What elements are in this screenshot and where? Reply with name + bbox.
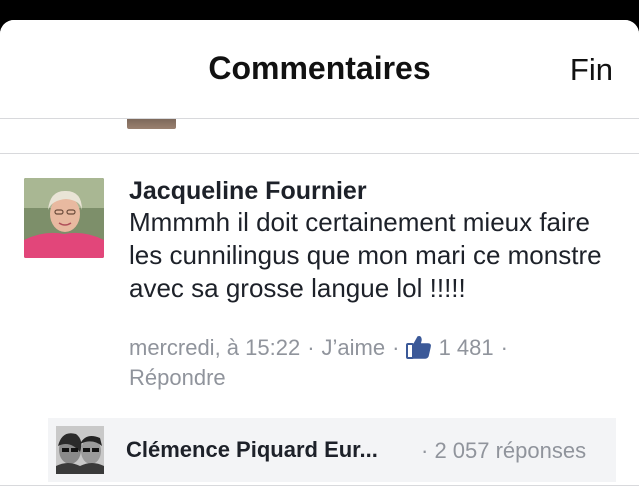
like-button[interactable]: J’aime (322, 335, 386, 360)
separator: · (392, 335, 400, 360)
done-button[interactable]: Fin (570, 52, 613, 88)
previous-comment-partial (0, 113, 639, 154)
avatar (56, 426, 104, 474)
avatar-photo (24, 178, 104, 258)
like-count[interactable]: 1 481 (439, 335, 494, 360)
thumbs-up-icon[interactable] (406, 335, 432, 359)
comment-meta: mercredi, à 15:22 · J’aime · 1 481 · Répondr… (129, 333, 609, 393)
reply-button[interactable]: Répondre (129, 365, 226, 390)
avatar[interactable] (24, 178, 104, 258)
reply-count: · 2 057 réponses (421, 438, 587, 463)
reply-author: Clémence Piquard Eur... (126, 437, 378, 462)
comments-header: Commentaires Fin (0, 20, 639, 119)
comment-text: Mmmmh il doit certainement mieux faire l… (129, 207, 602, 303)
separator: · (307, 335, 315, 360)
view-replies-button[interactable]: Clémence Piquard Eur... · 2 057 réponses (48, 418, 616, 482)
comments-sheet: Commentaires Fin Jacqueline Fournier Mmm… (0, 20, 639, 487)
comment-timestamp[interactable]: mercredi, à 15:22 (129, 335, 300, 360)
divider (0, 485, 639, 486)
comment-author[interactable]: Jacqueline Fournier (129, 177, 367, 206)
page-title: Commentaires (208, 50, 431, 86)
separator: · (500, 335, 508, 360)
avatar-photo (56, 426, 104, 474)
